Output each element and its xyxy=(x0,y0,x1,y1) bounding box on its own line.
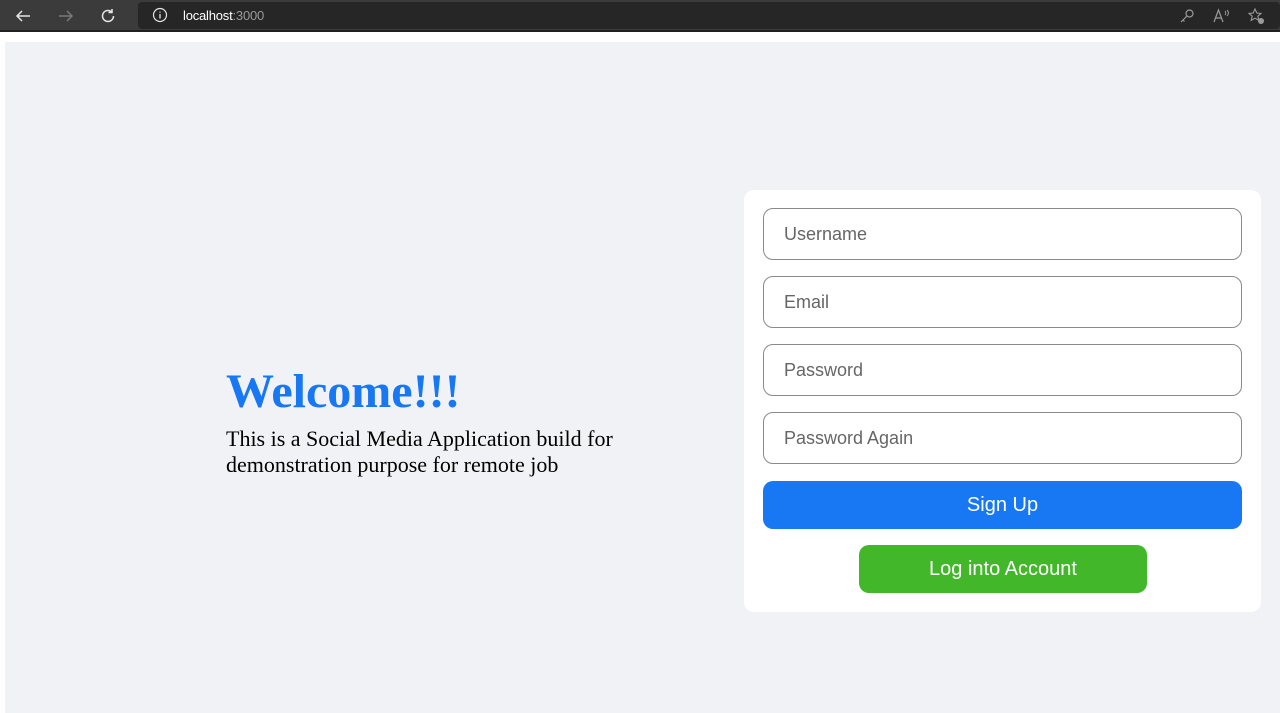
hero-section: Welcome!!! This is a Social Media Applic… xyxy=(226,364,666,478)
url-port: :3000 xyxy=(232,8,265,23)
signup-button[interactable]: Sign Up xyxy=(763,481,1242,529)
read-aloud-icon[interactable] xyxy=(1212,7,1230,25)
address-bar[interactable]: localhost:3000 xyxy=(138,2,1280,29)
welcome-description: This is a Social Media Application build… xyxy=(226,426,613,477)
back-arrow-icon xyxy=(15,10,30,22)
key-icon[interactable] xyxy=(1178,7,1196,25)
password-input[interactable] xyxy=(763,344,1242,396)
favorites-icon[interactable] xyxy=(1247,7,1265,25)
url-text: localhost:3000 xyxy=(183,8,264,23)
info-icon[interactable] xyxy=(152,7,168,23)
reload-button[interactable] xyxy=(95,4,121,28)
username-input[interactable] xyxy=(763,208,1242,260)
back-button[interactable] xyxy=(10,4,36,28)
url-host: localhost xyxy=(183,8,233,23)
email-input[interactable] xyxy=(763,276,1242,328)
reload-icon xyxy=(101,9,115,23)
welcome-title: Welcome!!! xyxy=(226,365,461,418)
forward-arrow-icon xyxy=(59,10,74,22)
login-button[interactable]: Log into Account xyxy=(859,545,1147,593)
signup-card: Sign Up Log into Account xyxy=(744,190,1261,612)
forward-button[interactable] xyxy=(53,4,79,28)
browser-toolbar: localhost:3000 xyxy=(0,0,1280,32)
page-content: Welcome!!! This is a Social Media Applic… xyxy=(5,42,1280,713)
password-again-input[interactable] xyxy=(763,412,1242,464)
